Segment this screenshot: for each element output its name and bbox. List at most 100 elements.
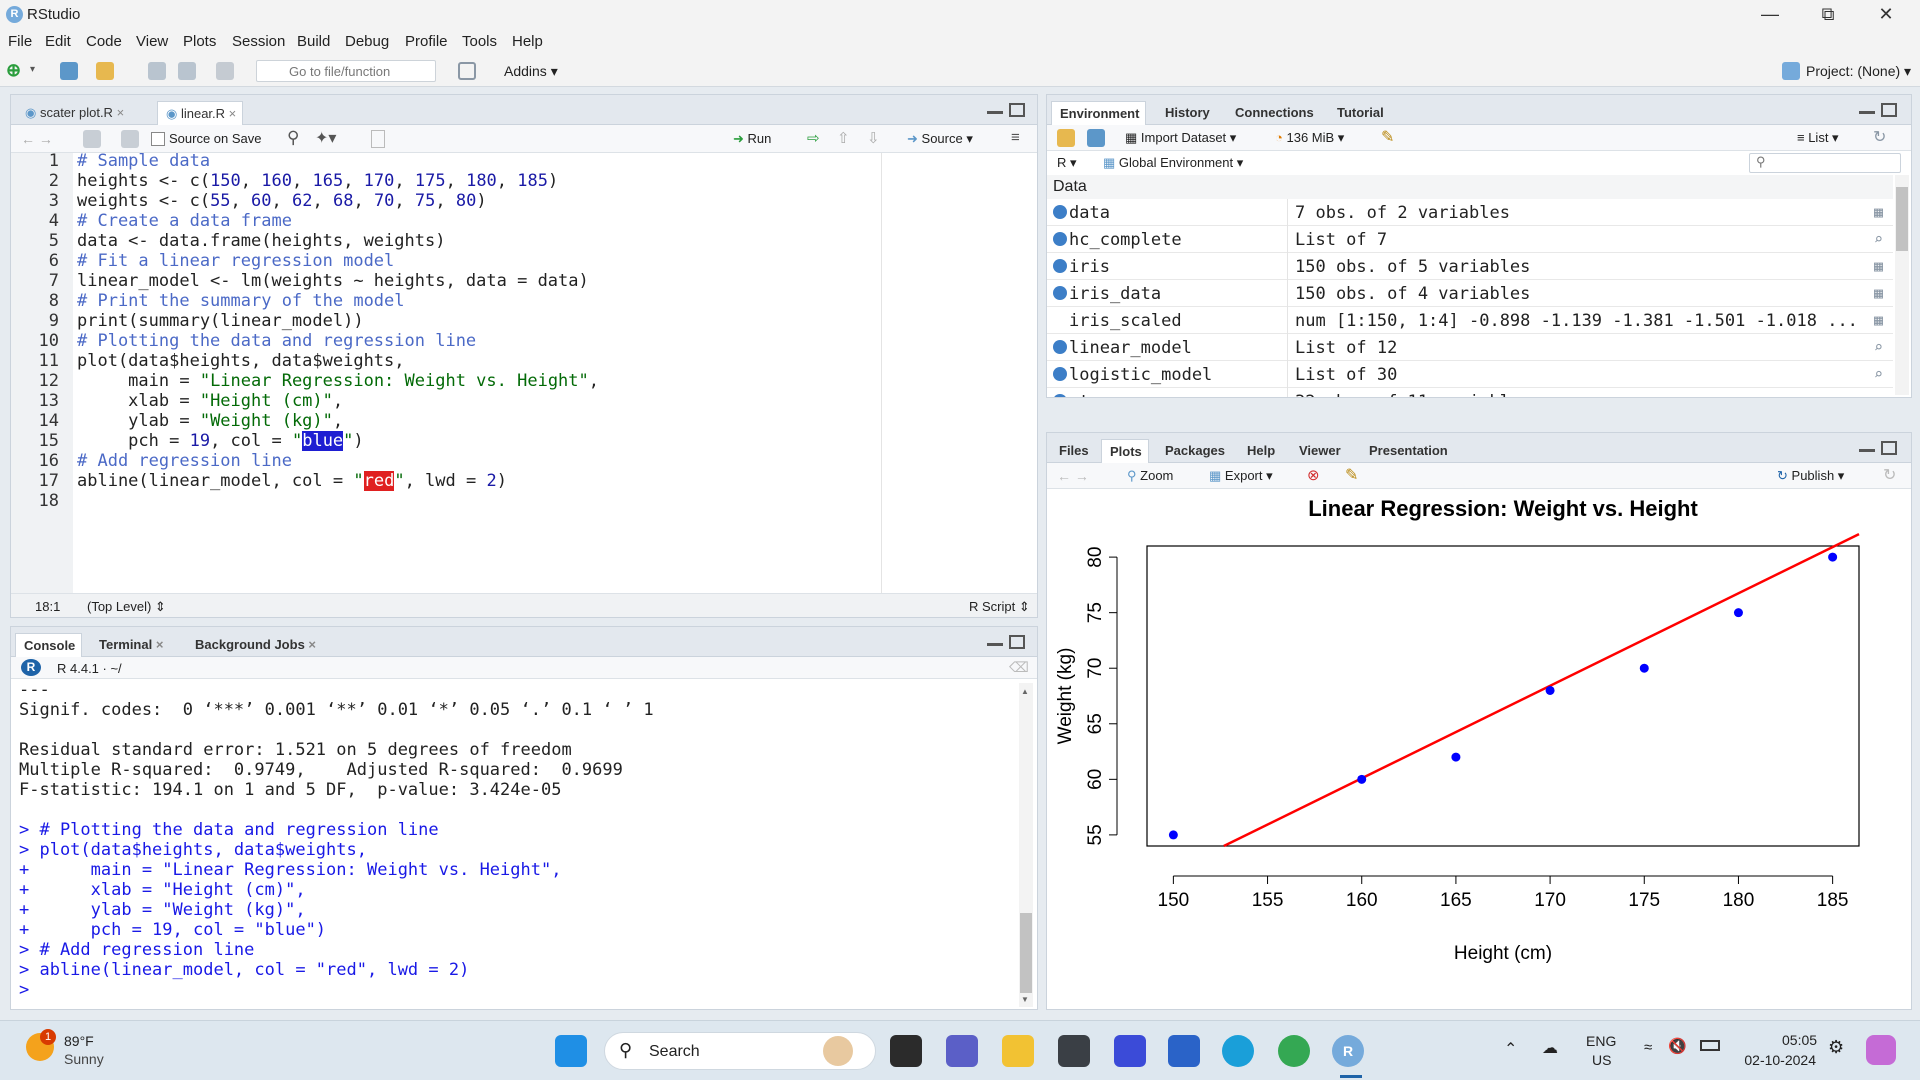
file-type-selector[interactable]: R Script ⇕ [969, 599, 1030, 615]
down-arrow-icon[interactable]: ⇩ [867, 129, 880, 147]
workspace-panes-icon[interactable] [458, 62, 476, 80]
menu-profile[interactable]: Profile [405, 33, 448, 50]
rerun-icon[interactable]: ⇨ [807, 129, 820, 147]
environment-row[interactable]: iris_scaled num [1:150, 1:4] -0.898 -1.13… [1047, 307, 1893, 334]
broom-icon[interactable]: ✎ [1381, 127, 1394, 147]
expand-icon[interactable] [1053, 313, 1067, 327]
prev-plot-icon[interactable]: ← → [1057, 468, 1089, 484]
code-line[interactable]: 17 abline(linear_model, col = "red", lwd … [11, 471, 871, 491]
code-line[interactable]: 14 ylab = "Weight (kg)", [11, 411, 871, 431]
table-icon[interactable]: ▦ [1874, 311, 1883, 329]
environment-row[interactable]: iris_data 150 obs. of 4 variables ▦ [1047, 280, 1893, 307]
load-workspace-icon[interactable] [1057, 129, 1075, 147]
close-tab-icon[interactable]: × [117, 105, 125, 120]
table-icon[interactable]: ▦ [1874, 203, 1883, 221]
code-line[interactable]: 7 linear_model <- lm(weights ~ heights, d… [11, 271, 871, 291]
console-output[interactable]: --- Signif. codes: 0 ‘***’ 0.001 ‘**’ 0.0… [19, 680, 1009, 1008]
code-line[interactable]: 16 # Add regression line [11, 451, 871, 471]
task-view-icon[interactable] [890, 1035, 922, 1067]
environment-row[interactable]: mtcars 32 obs. of 11 variables ▦ [1047, 388, 1893, 397]
scope-select[interactable]: ▦ Global Environment ▾ [1103, 155, 1243, 171]
back-arrow-icon[interactable]: ← → [21, 131, 53, 147]
chevron-up-icon[interactable]: ⌃ [1504, 1039, 1517, 1059]
expand-icon[interactable] [1053, 205, 1067, 219]
new-file-dropdown-icon[interactable]: ▾ [30, 64, 48, 82]
visual-studio-icon[interactable] [1114, 1035, 1146, 1067]
tab-viewer[interactable]: Viewer [1291, 439, 1347, 463]
minimize-pane-icon[interactable] [987, 643, 1003, 646]
edge-icon[interactable] [1222, 1035, 1254, 1067]
code-line[interactable]: 3 weights <- c(55, 60, 62, 68, 70, 75, 80… [11, 191, 871, 211]
menu-edit[interactable]: Edit [45, 33, 71, 50]
source-button[interactable]: ➜ Source ▾ [907, 131, 973, 147]
expand-icon[interactable] [1053, 259, 1067, 273]
scrollbar-thumb[interactable] [1020, 913, 1032, 993]
expand-icon[interactable] [1053, 286, 1067, 300]
scope-selector[interactable]: (Top Level) ⇕ [87, 599, 166, 615]
up-arrow-icon[interactable]: ⇧ [837, 129, 850, 147]
clock-time[interactable]: 05:05 [1782, 1032, 1817, 1048]
scroll-down-icon[interactable]: ▼ [1021, 995, 1029, 1004]
minimize-pane-icon[interactable] [1859, 449, 1875, 452]
addins-menu[interactable]: Addins ▾ [504, 63, 558, 80]
open-file-icon[interactable] [96, 62, 114, 80]
wifi-icon[interactable]: ≈ [1644, 1039, 1652, 1056]
environment-scrollbar[interactable] [1895, 175, 1909, 395]
close-button[interactable]: ✕ [1858, 0, 1914, 29]
save-workspace-icon[interactable] [1087, 129, 1105, 147]
scrollbar-thumb[interactable] [1896, 187, 1908, 251]
minimize-pane-icon[interactable] [1859, 111, 1875, 114]
clear-console-icon[interactable]: ⌫ [1009, 659, 1029, 676]
expand-icon[interactable] [1053, 367, 1067, 381]
search-icon[interactable]: ⌕ [1874, 338, 1883, 356]
search-icon[interactable]: ⌕ [1874, 365, 1883, 383]
menu-view[interactable]: View [136, 33, 168, 50]
close-tab-icon[interactable]: × [308, 637, 316, 652]
tab-environment[interactable]: Environment [1051, 101, 1147, 125]
new-file-icon[interactable]: ⊕ [6, 61, 24, 80]
tab-plots[interactable]: Plots [1101, 439, 1149, 463]
source-on-save-checkbox[interactable] [151, 132, 165, 146]
cloud-icon[interactable]: ☁ [1542, 1038, 1558, 1058]
rstudio-taskbar-icon[interactable]: R [1332, 1035, 1364, 1067]
code-line[interactable]: 18 [11, 491, 871, 511]
code-line[interactable]: 5 data <- data.frame(heights, weights) [11, 231, 871, 251]
tab-packages[interactable]: Packages [1157, 439, 1231, 463]
environment-row[interactable]: hc_complete List of 7 ⌕ [1047, 226, 1893, 253]
remove-plot-icon[interactable]: ⊗ [1307, 466, 1320, 484]
broom-icon[interactable]: ✎ [1345, 465, 1358, 485]
code-line[interactable]: 8 # Print the summary of the model [11, 291, 871, 311]
view-mode-button[interactable]: ≡ List ▾ [1797, 130, 1839, 146]
maximize-pane-icon[interactable] [1881, 441, 1897, 455]
minimize-pane-icon[interactable] [987, 111, 1003, 114]
minimize-button[interactable]: — [1742, 0, 1798, 29]
environment-row[interactable]: logistic_model List of 30 ⌕ [1047, 361, 1893, 388]
expand-icon[interactable] [1053, 340, 1067, 354]
save-file-icon[interactable] [121, 130, 139, 148]
menu-tools[interactable]: Tools [462, 33, 497, 50]
save-all-icon[interactable] [178, 62, 196, 80]
file-explorer-icon[interactable] [1002, 1035, 1034, 1067]
environment-row[interactable]: iris 150 obs. of 5 variables ▦ [1047, 253, 1893, 280]
notifications-icon[interactable]: ⚙ [1828, 1037, 1844, 1058]
code-line[interactable]: 6 # Fit a linear regression model [11, 251, 871, 271]
console-scrollbar[interactable]: ▲ ▼ [1019, 683, 1033, 1007]
print-icon[interactable] [216, 62, 234, 80]
new-project-icon[interactable] [60, 62, 78, 80]
environment-search-input[interactable]: ⚲ [1749, 153, 1901, 173]
expand-icon[interactable] [1053, 394, 1067, 397]
menu-build[interactable]: Build [297, 33, 330, 50]
tab-connections[interactable]: Connections [1227, 101, 1320, 125]
code-line[interactable]: 12 main = "Linear Regression: Weight vs.… [11, 371, 871, 391]
environment-row[interactable]: linear_model List of 12 ⌕ [1047, 334, 1893, 361]
clock-date[interactable]: 02-10-2024 [1736, 1052, 1816, 1068]
code-line[interactable]: 15 pch = 19, col = "blue") [11, 431, 871, 451]
search-icon[interactable]: ⌕ [1874, 230, 1883, 248]
battery-icon[interactable] [1700, 1040, 1720, 1051]
tab-background-jobs[interactable]: Background Jobs × [187, 633, 322, 657]
code-line[interactable]: 1 # Sample data [11, 151, 871, 171]
outline-icon[interactable]: ≡ [1011, 129, 1020, 146]
tab-linear[interactable]: ◉ linear.R × [157, 101, 244, 125]
memory-usage-button[interactable]: ◔ 136 MiB ▾ [1275, 130, 1344, 146]
app-icon[interactable] [1058, 1035, 1090, 1067]
